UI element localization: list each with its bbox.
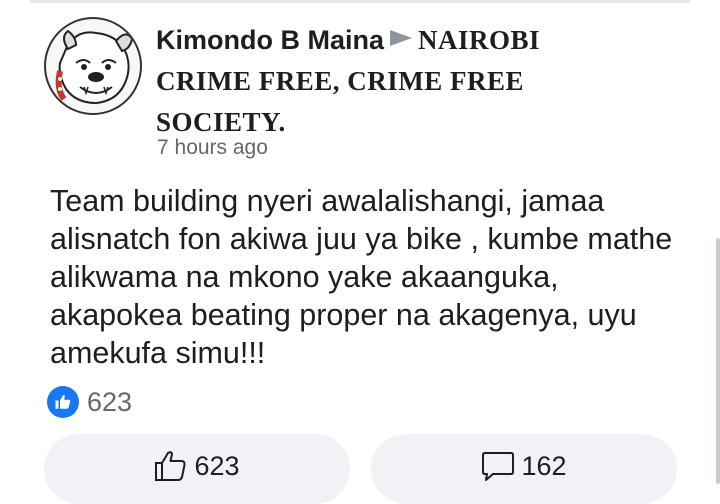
group-name-line2[interactable]: CRIME FREE, CRIME FREE [156, 66, 524, 96]
group-name-line1[interactable]: NAIROBI [418, 25, 540, 55]
reactions-summary[interactable]: 623 [47, 386, 132, 418]
comment-button-count: 162 [521, 450, 567, 481]
comment-button[interactable]: 162 [371, 434, 677, 504]
group-name-line3[interactable]: SOCIETY. [156, 107, 286, 137]
avatar[interactable] [44, 17, 142, 115]
reaction-count: 623 [87, 386, 133, 417]
like-button[interactable]: 623 [44, 434, 350, 504]
like-icon [47, 386, 79, 418]
like-button-count: 623 [194, 450, 240, 481]
comment-bubble-icon [482, 452, 515, 481]
bulldog-avatar-icon [55, 29, 134, 105]
post-header: Kimondo B Maina NAIROBI CRIME FREE, CRIME… [156, 22, 676, 145]
author-name[interactable]: Kimondo B Maina [156, 25, 384, 55]
scrollbar[interactable] [716, 238, 720, 484]
thumbs-up-outline-icon [155, 451, 187, 481]
shared-to-arrow-icon [390, 30, 412, 46]
post-timestamp[interactable]: 7 hours ago [157, 136, 268, 160]
top-divider [30, 0, 690, 3]
post-text: Team building nyeri awalalishangi, jamaa… [50, 184, 673, 370]
